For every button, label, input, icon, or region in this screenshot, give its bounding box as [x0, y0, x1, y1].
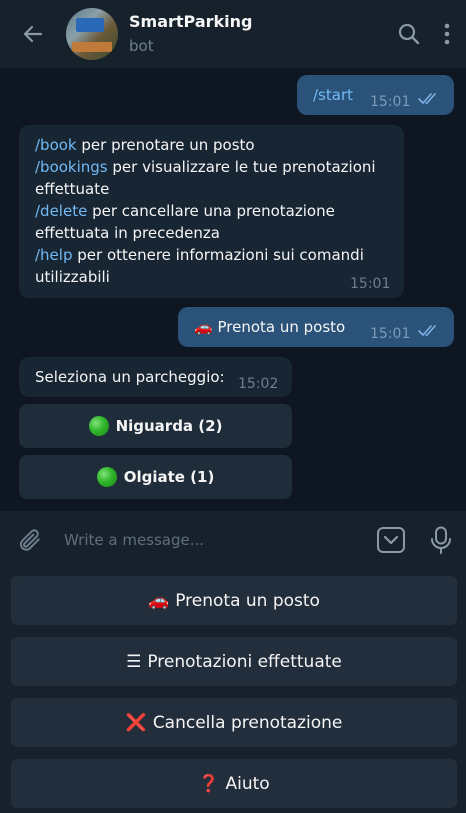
keyboard-button-label: Prenotazioni effettuate — [147, 651, 342, 672]
bot-keyboard-button[interactable] — [366, 511, 416, 569]
command-desc: per prenotare un posto — [76, 136, 255, 154]
message-outgoing-start[interactable]: /start 15:01 — [297, 75, 454, 115]
keyboard-button-prenota[interactable]: 🚗 Prenota un posto — [11, 576, 457, 625]
command-link-bookings[interactable]: /bookings — [35, 158, 108, 176]
inline-button-label: Niguarda (2) — [115, 417, 223, 435]
keyboard-button-label: Aiuto — [225, 773, 270, 794]
car-icon: 🚗 — [194, 318, 213, 336]
back-button[interactable] — [0, 0, 66, 68]
message-time: 15:01 — [350, 276, 391, 292]
paperclip-icon — [19, 529, 40, 551]
message-input[interactable] — [64, 531, 366, 549]
keyboard-button-label: Cancella prenotazione — [152, 712, 343, 733]
chat-title-block[interactable]: SmartParking bot — [129, 12, 390, 56]
inline-button-label: Olgiate (1) — [123, 468, 215, 486]
message-time: 15:02 — [238, 376, 279, 392]
menu-button[interactable] — [428, 0, 466, 68]
reply-keyboard: 🚗 Prenota un posto ☰ Prenotazioni effett… — [0, 569, 466, 813]
command-link-delete[interactable]: /delete — [35, 202, 87, 220]
command-link-book[interactable]: /book — [35, 136, 77, 154]
voice-button[interactable] — [416, 511, 466, 569]
keyboard-button-cancella[interactable]: ❌ Cancella prenotazione — [11, 698, 457, 747]
inline-button-niguarda[interactable]: Niguarda (2) — [19, 404, 292, 448]
message-incoming-select[interactable]: Seleziona un parcheggio: 15:02 — [19, 357, 292, 397]
search-icon — [398, 23, 420, 45]
message-text: Seleziona un parcheggio: — [35, 368, 225, 386]
chat-subtitle: bot — [129, 37, 154, 55]
message-text: /start — [313, 86, 353, 104]
arrow-left-icon — [23, 25, 43, 43]
question-icon: ❓ — [198, 773, 220, 794]
message-time: 15:01 — [370, 94, 411, 110]
chat-header: SmartParking bot — [0, 0, 466, 68]
message-text: 🚗 Prenota un posto — [194, 318, 346, 336]
chat-title: SmartParking — [129, 12, 253, 31]
green-circle-icon — [88, 416, 109, 436]
microphone-icon — [431, 526, 451, 554]
command-desc: per ottenere informazioni sui comandi ut… — [35, 246, 364, 286]
message-composer — [0, 511, 466, 569]
avatar[interactable] — [66, 8, 118, 60]
keyboard-button-prenotazioni[interactable]: ☰ Prenotazioni effettuate — [11, 637, 457, 686]
command-link-help[interactable]: /help — [35, 246, 72, 264]
double-check-icon — [418, 93, 436, 105]
cross-icon: ❌ — [125, 712, 147, 733]
menu-lines-icon: ☰ — [126, 651, 142, 672]
double-check-icon — [418, 325, 436, 337]
more-vertical-icon — [444, 23, 450, 45]
keyboard-button-label: Prenota un posto — [175, 590, 320, 611]
attach-button[interactable] — [0, 511, 58, 569]
message-time: 15:01 — [370, 326, 411, 342]
car-icon: 🚗 — [148, 590, 170, 611]
message-outgoing-prenota[interactable]: 🚗 Prenota un posto 15:01 — [178, 307, 454, 347]
green-circle-icon — [96, 467, 117, 487]
keyboard-toggle-icon — [377, 527, 405, 553]
inline-button-olgiate[interactable]: Olgiate (1) — [19, 455, 292, 499]
search-button[interactable] — [390, 0, 428, 68]
keyboard-button-aiuto[interactable]: ❓ Aiuto — [11, 759, 457, 808]
message-text: /book per prenotare un posto /bookings p… — [35, 134, 390, 288]
message-incoming-help[interactable]: /book per prenotare un posto /bookings p… — [19, 125, 404, 298]
